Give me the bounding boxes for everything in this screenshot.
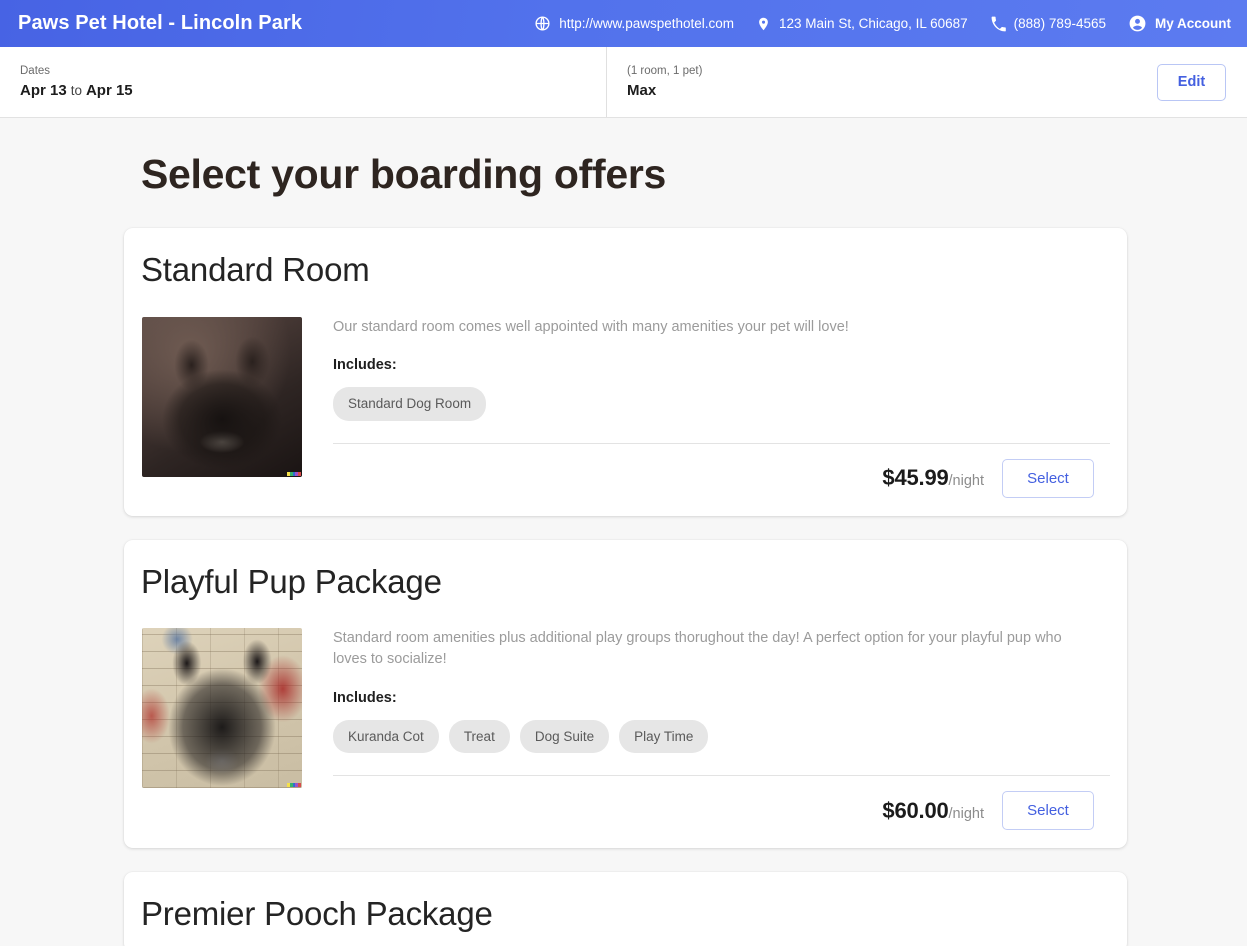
offer-chip: Dog Suite <box>519 719 610 754</box>
offer-price-unit: /night <box>948 805 984 822</box>
occupancy-label: (1 room, 1 pet) <box>627 65 703 78</box>
offer-description: Standard room amenities plus additional … <box>333 630 1062 667</box>
offer-description: Our standard room comes well appointed w… <box>333 318 849 335</box>
offer-details: Our standard room comes well appointed w… <box>333 317 1110 498</box>
date-separator: to <box>70 82 82 98</box>
offer-footer: $60.00/night Select <box>333 791 1110 831</box>
offer-footer: $45.99/night Select <box>333 458 1110 498</box>
includes-label: Includes: <box>333 357 397 374</box>
select-button[interactable]: Select <box>1002 791 1094 831</box>
date-start: Apr 13 <box>20 81 67 99</box>
header-account-link[interactable]: My Account <box>1128 14 1231 33</box>
offer-title: Premier Pooch Package <box>141 895 493 933</box>
offer-chip: Treat <box>448 719 510 754</box>
account-circle-icon <box>1128 14 1147 33</box>
header-account-label: My Account <box>1154 16 1231 31</box>
offer-chip-list: Kuranda Cot Treat Dog Suite Play Time <box>333 719 1110 754</box>
globe-icon <box>534 15 551 32</box>
offer-image <box>142 316 302 477</box>
offer-price: $60.00/night <box>882 798 984 824</box>
brand-title: Paws Pet Hotel - Lincoln Park <box>18 12 303 34</box>
offer-list: Standard Room Our standard room comes we… <box>124 228 1127 946</box>
dates-value: Apr 13 to Apr 15 <box>20 82 586 99</box>
offer-price-unit: /night <box>948 473 984 490</box>
edit-button-wrap: Edit <box>1157 47 1247 117</box>
offer-body: Our standard room comes well appointed w… <box>141 316 1110 498</box>
offer-price-amount: $60.00 <box>882 797 949 823</box>
offer-details: Standard room amenities plus additional … <box>333 628 1110 831</box>
pet-name: Max <box>627 81 657 99</box>
header-website-link[interactable]: http://www.pawspethotel.com <box>534 15 734 32</box>
location-pin-icon <box>756 15 771 33</box>
date-end: Apr 15 <box>85 81 133 99</box>
dates-label: Dates <box>20 65 51 78</box>
main-content: Select your boarding offers Standard Roo… <box>0 151 1247 946</box>
includes-label: Includes: <box>333 689 397 706</box>
offer-card[interactable]: Premier Pooch Package <box>124 872 1127 946</box>
dalle-watermark-icon <box>287 783 301 788</box>
dalle-watermark-icon <box>287 471 301 476</box>
offer-chip-list: Standard Dog Room <box>333 387 1110 421</box>
offer-title: Playful Pup Package <box>141 562 442 600</box>
offer-divider <box>333 775 1110 777</box>
phone-icon <box>990 16 1006 32</box>
offer-card[interactable]: Playful Pup Package Standard room amenit… <box>124 539 1127 849</box>
header-address[interactable]: 123 Main St, Chicago, IL 60687 <box>756 15 968 33</box>
offer-chip: Play Time <box>619 719 709 754</box>
offer-chip: Kuranda Cot <box>333 719 439 754</box>
page-title: Select your boarding offers <box>141 151 667 197</box>
header-contact-group: http://www.pawspethotel.com 123 Main St,… <box>534 14 1231 33</box>
select-button[interactable]: Select <box>1002 458 1094 498</box>
offer-body: Standard room amenities plus additional … <box>141 628 1110 831</box>
offer-price: $45.99/night <box>882 465 984 491</box>
offer-price-amount: $45.99 <box>882 465 949 491</box>
offer-card[interactable]: Standard Room Our standard room comes we… <box>124 228 1127 516</box>
edit-button[interactable]: Edit <box>1157 63 1226 101</box>
header-phone-label: (888) 789-4565 <box>1013 16 1106 31</box>
booking-pet-cell[interactable]: (1 room, 1 pet) Max <box>607 47 1157 117</box>
offer-chip: Standard Dog Room <box>333 387 487 421</box>
offer-divider <box>333 442 1110 444</box>
booking-dates-cell[interactable]: Dates Apr 13 to Apr 15 <box>0 47 607 117</box>
header-phone-link[interactable]: (888) 789-4565 <box>990 16 1106 32</box>
header-website-label: http://www.pawspethotel.com <box>559 16 735 31</box>
offer-title: Standard Room <box>141 251 370 289</box>
site-header: Paws Pet Hotel - Lincoln Park http://www… <box>0 0 1247 47</box>
header-address-label: 123 Main St, Chicago, IL 60687 <box>779 16 968 31</box>
booking-summary-bar: Dates Apr 13 to Apr 15 (1 room, 1 pet) Max… <box>0 47 1247 118</box>
offer-image <box>142 628 302 789</box>
